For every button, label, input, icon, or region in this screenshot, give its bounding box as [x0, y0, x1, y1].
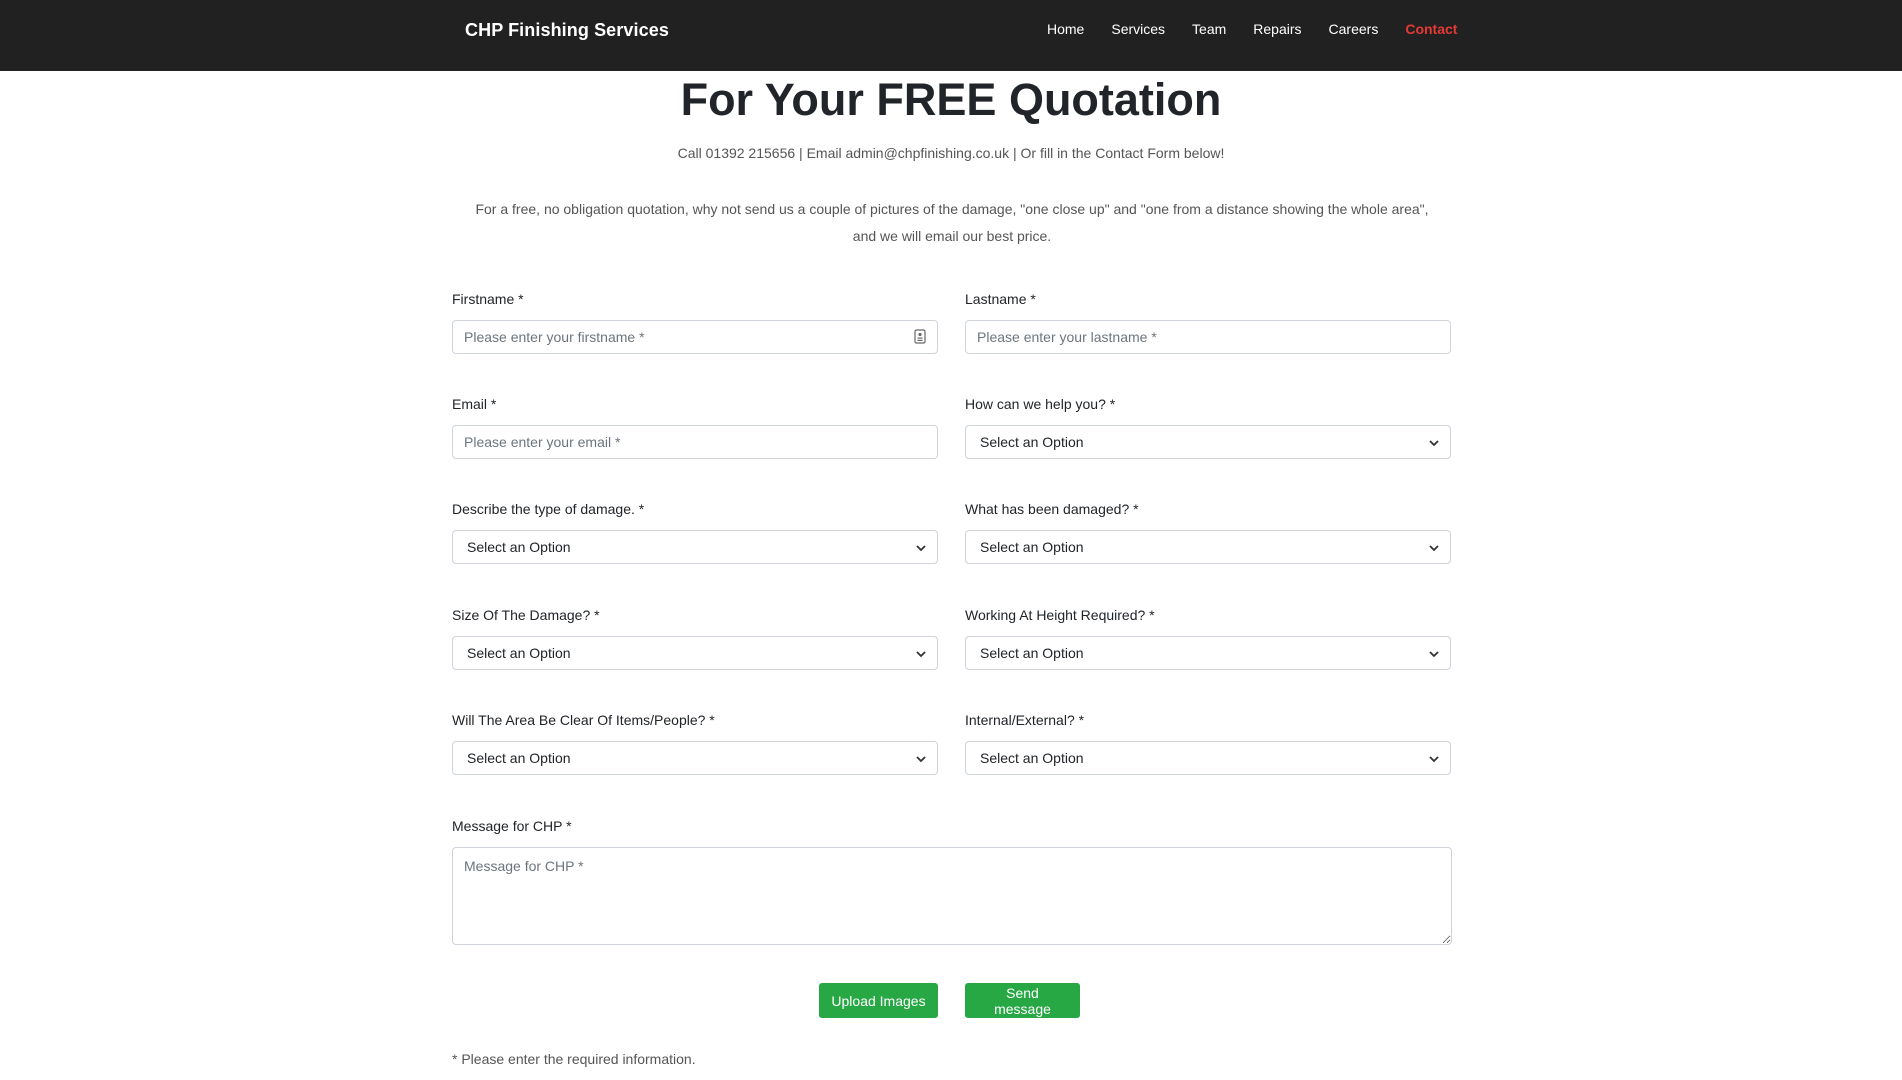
damage-size-select[interactable]: Select an Option	[452, 636, 938, 670]
page-title: For Your FREE Quotation	[680, 74, 1222, 125]
height-label: Working At Height Required? *	[965, 607, 1155, 623]
height-group: Working At Height Required? * Select an …	[965, 605, 1451, 670]
damaged-item-group: What has been damaged? * Select an Optio…	[965, 499, 1451, 564]
nav-careers[interactable]: Careers	[1329, 21, 1379, 37]
help-label: How can we help you? *	[965, 396, 1116, 412]
chevron-down-icon	[1429, 651, 1439, 658]
clear-area-label: Will The Area Be Clear Of Items/People? …	[452, 712, 715, 728]
send-message-button[interactable]: Send message	[965, 983, 1080, 1018]
chevron-down-icon	[1429, 756, 1439, 763]
nav-team[interactable]: Team	[1192, 21, 1226, 37]
upload-images-button[interactable]: Upload Images	[819, 983, 938, 1018]
damage-type-select-value: Select an Option	[467, 539, 571, 555]
required-note: * Please enter the required information.	[452, 1051, 696, 1067]
damage-type-select[interactable]: Select an Option	[452, 530, 938, 564]
chevron-down-icon	[1429, 545, 1439, 552]
height-select[interactable]: Select an Option	[965, 636, 1451, 670]
message-label: Message for CHP *	[452, 818, 572, 834]
nav-repairs[interactable]: Repairs	[1253, 21, 1301, 37]
lastname-group: Lastname *	[965, 289, 1451, 354]
contact-card-icon	[914, 329, 926, 344]
nav-links: Home Services Team Repairs Careers Conta…	[1047, 21, 1457, 37]
email-label: Email *	[452, 396, 497, 412]
damaged-item-select[interactable]: Select an Option	[965, 530, 1451, 564]
help-select-value: Select an Option	[980, 434, 1084, 450]
lastname-input[interactable]	[965, 320, 1451, 354]
damage-size-label: Size Of The Damage? *	[452, 607, 600, 623]
help-group: How can we help you? * Select an Option	[965, 394, 1451, 459]
firstname-input[interactable]	[452, 320, 938, 354]
damaged-item-label: What has been damaged? *	[965, 501, 1139, 517]
contact-info: Call 01392 215656 | Email admin@chpfinis…	[677, 145, 1225, 161]
clear-area-group: Will The Area Be Clear Of Items/People? …	[452, 710, 938, 775]
int-ext-group: Internal/External? * Select an Option	[965, 710, 1451, 775]
damage-size-group: Size Of The Damage? * Select an Option	[452, 605, 938, 670]
help-select[interactable]: Select an Option	[965, 425, 1451, 459]
chevron-down-icon	[1429, 440, 1439, 447]
message-textarea[interactable]	[452, 847, 1452, 945]
damaged-item-select-value: Select an Option	[980, 539, 1084, 555]
nav-services[interactable]: Services	[1111, 21, 1165, 37]
navbar: CHP Finishing Services Home Services Tea…	[0, 0, 1902, 71]
clear-area-select[interactable]: Select an Option	[452, 741, 938, 775]
brand-logo[interactable]: CHP Finishing Services	[465, 20, 669, 41]
damage-size-select-value: Select an Option	[467, 645, 571, 661]
firstname-group: Firstname *	[452, 289, 938, 354]
chevron-down-icon	[916, 545, 926, 552]
intro-line-1: For a free, no obligation quotation, why…	[475, 201, 1429, 217]
damage-type-label: Describe the type of damage. *	[452, 501, 645, 517]
nav-contact[interactable]: Contact	[1405, 21, 1457, 37]
chevron-down-icon	[916, 756, 926, 763]
int-ext-select[interactable]: Select an Option	[965, 741, 1451, 775]
message-group: Message for CHP *	[452, 816, 1452, 950]
int-ext-select-value: Select an Option	[980, 750, 1084, 766]
int-ext-label: Internal/External? *	[965, 712, 1085, 728]
damage-type-group: Describe the type of damage. * Select an…	[452, 499, 938, 564]
intro-text: For a free, no obligation quotation, why…	[452, 196, 1452, 250]
height-select-value: Select an Option	[980, 645, 1084, 661]
nav-home[interactable]: Home	[1047, 21, 1084, 37]
email-input[interactable]	[452, 425, 938, 459]
intro-line-2: and we will email our best price.	[852, 228, 1052, 244]
lastname-label: Lastname *	[965, 291, 1036, 307]
clear-area-select-value: Select an Option	[467, 750, 571, 766]
email-group: Email *	[452, 394, 938, 459]
firstname-label: Firstname *	[452, 291, 524, 307]
chevron-down-icon	[916, 651, 926, 658]
